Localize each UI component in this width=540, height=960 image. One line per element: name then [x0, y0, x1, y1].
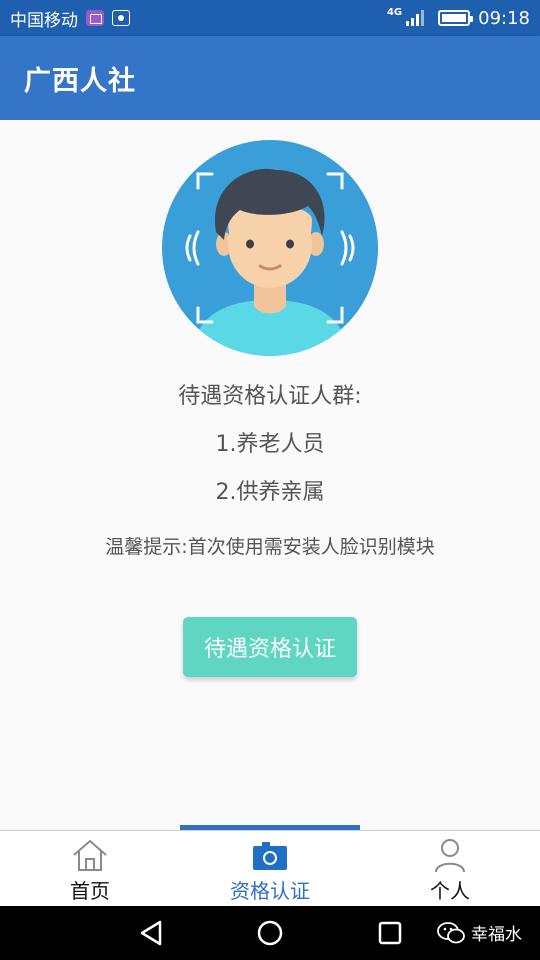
tab-home-label: 首页: [70, 879, 110, 903]
clock: 09:18: [478, 7, 530, 29]
network-type: 4G: [386, 6, 403, 18]
app-title: 广西人社: [24, 65, 136, 97]
home-icon: [73, 840, 107, 871]
bottom-nav: 首页 资格认证 个人: [0, 825, 540, 906]
carrier-name: 中国移动: [10, 10, 78, 31]
back-icon[interactable]: [136, 918, 166, 948]
eligible-item-dependents: 2.供养亲属: [215, 480, 325, 505]
tip-text: 温馨提示:首次使用需安装人脸识别模块: [105, 536, 435, 558]
camera-icon: [253, 842, 287, 870]
app-bar: 广西人社: [0, 36, 540, 120]
watermark-text: 幸福水: [471, 925, 522, 945]
eligible-heading: 待遇资格认证人群:: [178, 384, 362, 409]
eligible-item-retirees: 1.养老人员: [215, 432, 325, 457]
person-icon: [435, 839, 465, 873]
status-left: 中国移动: [10, 6, 130, 31]
active-tab-indicator: [180, 825, 360, 830]
tab-qualification-label: 资格认证: [230, 879, 310, 903]
status-bar: 中国移动 4G 09:18: [0, 0, 540, 36]
status-right: 4G 09:18: [386, 6, 530, 29]
paw-icon: [112, 10, 130, 26]
tab-qualification[interactable]: 资格认证: [180, 831, 360, 906]
qualification-certification-button[interactable]: 待遇资格认证: [183, 617, 357, 677]
system-nav-bar: 幸福水: [0, 906, 540, 960]
main-content: 待遇资格认证人群: 1.养老人员 2.供养亲属 温馨提示:首次使用需安装人脸识别…: [0, 120, 540, 830]
recents-icon[interactable]: [375, 918, 405, 948]
face-recognition-avatar-icon: [162, 140, 378, 356]
wechat-icon: [437, 921, 465, 943]
tab-personal-label: 个人: [430, 879, 470, 903]
tab-personal[interactable]: 个人: [360, 831, 540, 906]
home-circle-icon[interactable]: [255, 918, 285, 948]
signal-icon: [406, 10, 425, 26]
gallery-icon: [86, 10, 104, 26]
battery-icon: [438, 10, 474, 26]
watermark: 幸福水: [437, 920, 522, 945]
tab-home[interactable]: 首页: [0, 831, 180, 906]
